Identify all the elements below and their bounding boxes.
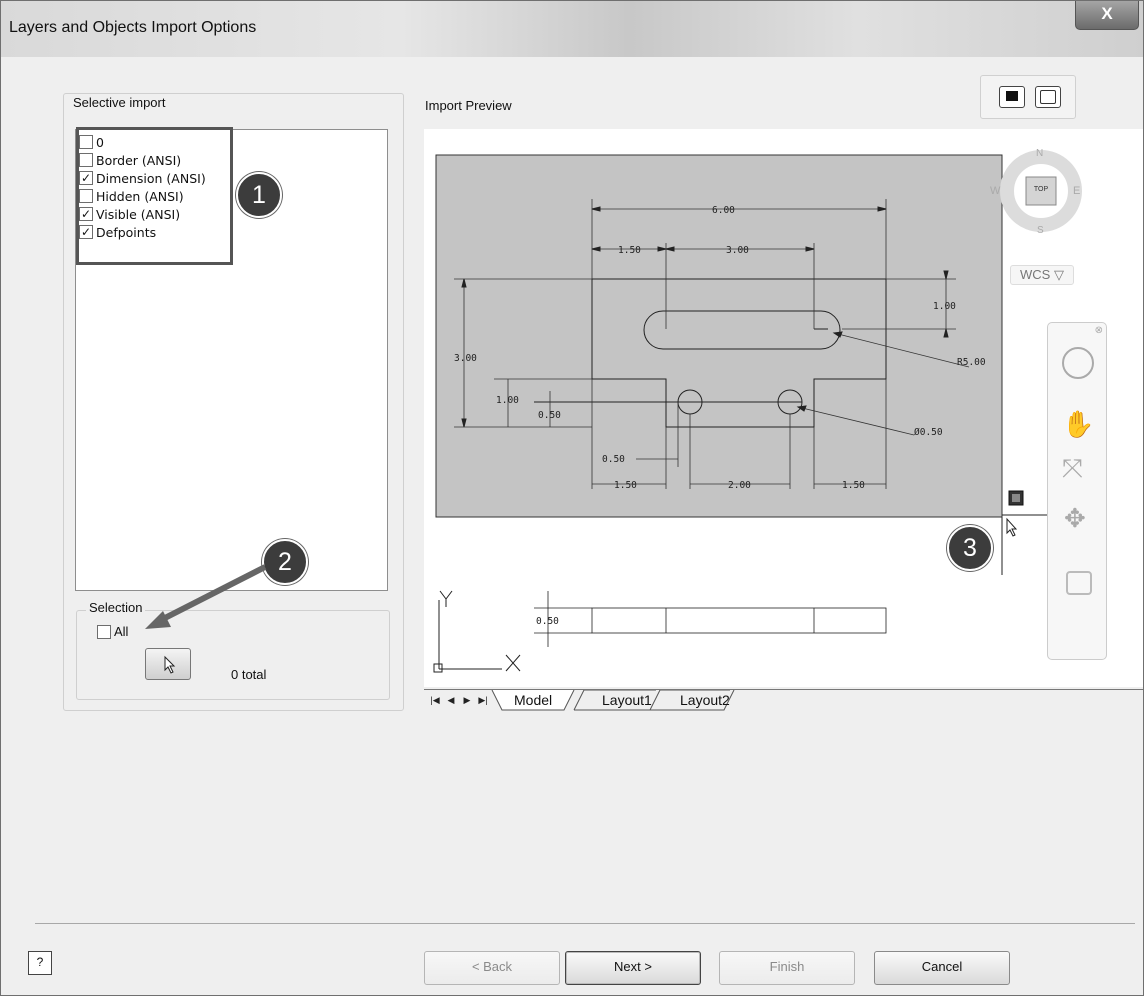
dim-0-50-c: 0.50 (536, 616, 559, 627)
prev-tab-button[interactable]: ◀ (444, 692, 458, 708)
dark-background-button[interactable] (999, 86, 1025, 108)
import-preview-label: Import Preview (425, 98, 512, 113)
help-icon[interactable]: ? (28, 951, 52, 975)
pick-objects-button[interactable] (145, 648, 191, 680)
last-tab-button[interactable]: ▶| (476, 692, 490, 708)
nav-close-icon[interactable]: ⊗ (1095, 325, 1103, 336)
navigation-bar[interactable]: ⊗ ✋ ⤧ ✥ (1047, 322, 1107, 660)
dialog-body: Selective import 0 Border (ANSI) ✓ Dimensio… (9, 57, 1143, 989)
dim-1-00-a: 1.00 (933, 301, 956, 312)
viewcube-west[interactable]: W (990, 185, 1000, 197)
all-label: All (114, 624, 129, 639)
zoom-icon[interactable]: ⤧ (1062, 453, 1083, 485)
dim-r5-00: R5.00 (957, 357, 986, 368)
cancel-button[interactable]: Cancel (874, 951, 1010, 985)
first-tab-button[interactable]: |◀ (428, 692, 442, 708)
next-button[interactable]: Next > (565, 951, 701, 985)
tab-layout1[interactable]: Layout1 (602, 690, 652, 710)
viewcube-north[interactable]: N (1036, 148, 1043, 159)
dim-2-00: 2.00 (728, 480, 751, 491)
selection-label: Selection (86, 600, 146, 615)
dim-0-50-a: 0.50 (538, 410, 561, 421)
viewcube-east[interactable]: E (1073, 185, 1080, 197)
pan-icon[interactable]: ✋ (1062, 409, 1094, 440)
finish-button[interactable]: Finish (719, 951, 855, 985)
dim-dia-0-50: Ø0.50 (914, 427, 943, 438)
footer-divider (35, 923, 1135, 924)
close-button[interactable]: X (1075, 1, 1139, 30)
dim-1-50-a: 1.50 (618, 245, 641, 256)
callout-3: 3 (947, 525, 993, 571)
select-all-checkbox[interactable]: All (97, 624, 128, 639)
import-options-dialog: Layers and Objects Import Options X Sele… (0, 0, 1144, 996)
showmotion-icon[interactable] (1066, 571, 1092, 595)
window-title: Layers and Objects Import Options (9, 19, 257, 36)
light-background-button[interactable] (1035, 86, 1061, 108)
viewcube-south[interactable]: S (1037, 225, 1044, 236)
wcs-menu[interactable]: WCS ▽ (1010, 265, 1074, 285)
selective-import-label: Selective import (70, 95, 169, 110)
ucs-icon (433, 590, 521, 673)
next-tab-button[interactable]: ▶ (460, 692, 474, 708)
callout-2-arrow (145, 564, 267, 629)
dim-1-50-c: 1.50 (842, 480, 865, 491)
layout-tabs: |◀ ◀ ▶ ▶| Model Layout1 Layout2 (424, 689, 1143, 712)
dim-0-50-b: 0.50 (602, 454, 625, 465)
section-outline (534, 591, 887, 647)
steering-wheel-icon[interactable] (1062, 347, 1094, 379)
orbit-icon[interactable]: ✥ (1064, 503, 1086, 534)
dim-6-00: 6.00 (712, 205, 735, 216)
callout-1: 1 (236, 172, 282, 218)
all-checkbox-box[interactable] (97, 624, 111, 639)
selection-total: 0 total (231, 667, 267, 682)
layer-highlight-box (76, 127, 233, 265)
dim-3-00-b: 3.00 (454, 353, 477, 364)
cursor-arrow-icon (164, 655, 176, 674)
back-button[interactable]: < Back (424, 951, 560, 985)
tab-model[interactable]: Model (514, 690, 552, 710)
mouse-cursor-icon (1006, 517, 1018, 537)
viewcube[interactable]: TOP N S E W (990, 141, 1084, 251)
tab-layout2[interactable]: Layout2 (680, 690, 730, 710)
view-buttons (980, 75, 1076, 119)
dim-1-00-b: 1.00 (496, 395, 519, 406)
viewcube-top-face[interactable]: TOP (1026, 186, 1056, 193)
title-bar: Layers and Objects Import Options X (1, 1, 1143, 57)
import-preview-canvas[interactable]: 6.00 1.50 3.00 1.00 3.00 R5.00 1.00 0.50… (424, 129, 1143, 687)
dim-3-00-a: 3.00 (726, 245, 749, 256)
dim-1-50-b: 1.50 (614, 480, 637, 491)
